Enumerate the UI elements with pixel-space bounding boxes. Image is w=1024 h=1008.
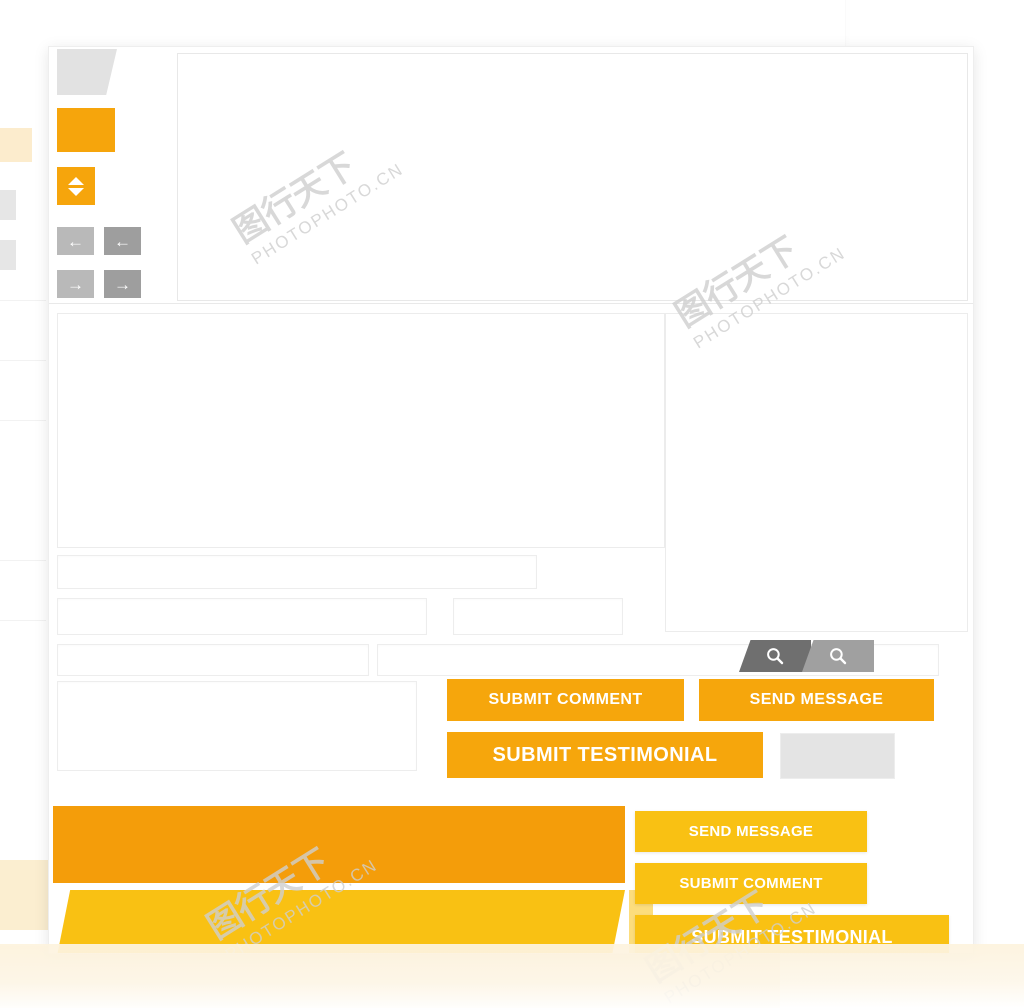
orange-block-button[interactable]	[57, 108, 115, 152]
ghost-arrow-right	[0, 240, 16, 270]
magnifier-icon	[830, 648, 847, 665]
message-textarea[interactable]	[57, 681, 417, 771]
text-input-email[interactable]	[57, 644, 369, 676]
text-input-name[interactable]	[57, 598, 427, 635]
submit-comment-button[interactable]: SUBMIT COMMENT	[447, 679, 684, 721]
mini-submit-comment-button[interactable]: SUBMIT COMMENT	[635, 863, 867, 904]
disabled-button	[780, 733, 895, 779]
text-input-short[interactable]	[453, 598, 623, 635]
triangle-up-icon[interactable]	[68, 176, 84, 185]
ghost-rule	[0, 420, 46, 421]
arrow-left-icon-button[interactable]: ←	[104, 227, 141, 255]
magnifier-icon	[767, 648, 784, 665]
mini-submit-testimonial-button[interactable]: SUBMIT TESTIMONIAL	[635, 915, 949, 953]
arrow-left-icon-button-dim[interactable]: ←	[57, 227, 94, 255]
primary-banner[interactable]	[53, 806, 625, 883]
ghost-rule	[0, 560, 46, 561]
mini-send-message-button[interactable]: SEND MESSAGE	[635, 811, 867, 852]
gray-tab[interactable]	[57, 49, 117, 95]
secondary-banner[interactable]	[53, 890, 625, 953]
mid-right-panel	[665, 313, 968, 632]
divider	[49, 303, 973, 304]
arrow-right-icon-button-dim[interactable]: →	[57, 270, 94, 298]
ghost-rule	[0, 620, 46, 621]
mid-left-panel	[57, 313, 665, 548]
ghost-rule	[0, 360, 46, 361]
ghost-banner-secondary	[0, 946, 780, 1008]
top-preview-panel	[177, 53, 968, 301]
submit-testimonial-button[interactable]: SUBMIT TESTIMONIAL	[447, 732, 763, 778]
search-button-light[interactable]	[802, 640, 874, 672]
ghost-rule	[0, 300, 46, 301]
send-message-button[interactable]: SEND MESSAGE	[699, 679, 934, 721]
arrow-right-icon-button[interactable]: →	[104, 270, 141, 298]
text-input-wide[interactable]	[57, 555, 537, 589]
ghost-arrow-left	[0, 190, 16, 220]
main-preview-card: ← ← → → SUBMIT COMMENT SEND MESSAGE SUBM…	[48, 46, 974, 954]
triangle-down-icon[interactable]	[68, 187, 84, 196]
number-stepper[interactable]	[57, 167, 95, 205]
search-button-dark[interactable]	[739, 640, 811, 672]
ghost-stepper	[0, 128, 32, 162]
